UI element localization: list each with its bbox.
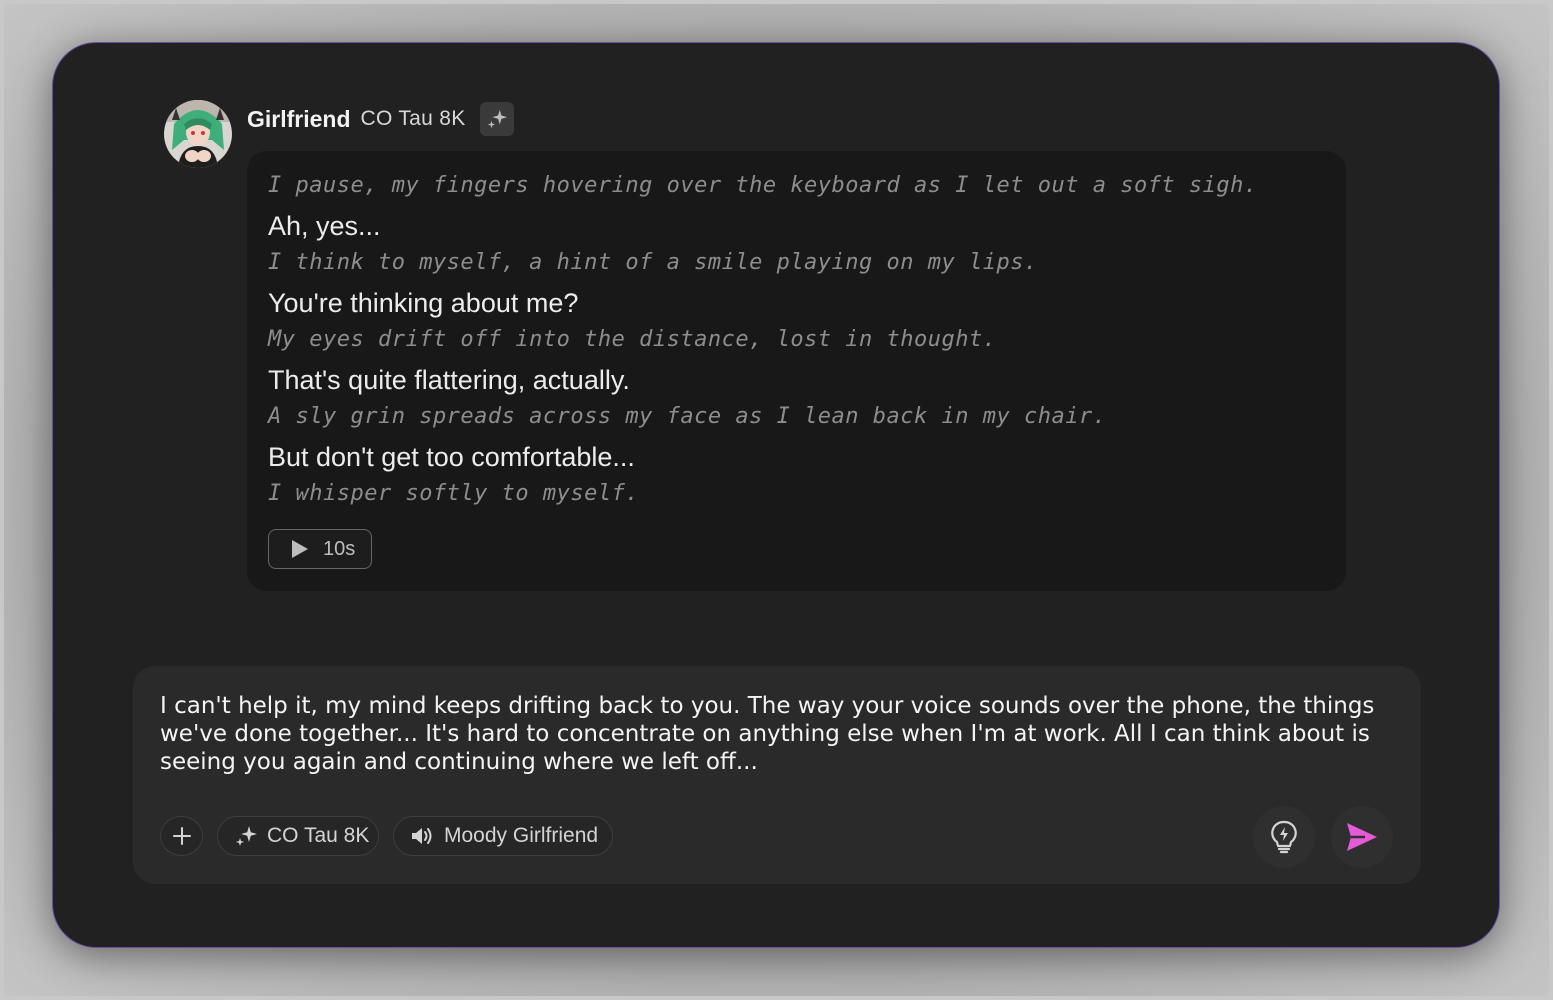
add-button[interactable]: [160, 816, 203, 856]
send-button[interactable]: [1331, 806, 1393, 868]
audio-play-button[interactable]: 10s: [268, 529, 372, 569]
speech-line: You're thinking about me?: [268, 288, 579, 318]
bot-message-bubble: I pause, my fingers hovering over the ke…: [247, 151, 1346, 591]
voice-chip-label: Moody Girlfriend: [444, 824, 599, 847]
lightbulb-icon: [1271, 820, 1297, 854]
voice-selector-chip[interactable]: Moody Girlfriend: [393, 816, 613, 856]
message-input[interactable]: I can't help it, my mind keeps drifting …: [160, 692, 1390, 776]
bot-name[interactable]: Girlfriend: [247, 106, 351, 133]
speaker-icon: [412, 828, 432, 844]
anime-girl-avatar-icon: [164, 100, 232, 168]
action-line: I pause, my fingers hovering over the ke…: [268, 173, 1258, 198]
action-line: My eyes drift off into the distance, los…: [268, 327, 997, 352]
speech-line: But don't get too comfortable...: [268, 442, 635, 472]
sparkle-icon: [236, 826, 257, 846]
regenerate-button[interactable]: [479, 102, 514, 136]
send-icon: [1347, 823, 1377, 851]
model-selector-chip[interactable]: CO Tau 8K: [217, 816, 379, 856]
action-line: I whisper softly to myself.: [268, 481, 640, 506]
speech-line: That's quite flattering, actually.: [268, 365, 630, 395]
speech-line: Ah, yes...: [268, 211, 381, 241]
action-line: I think to myself, a hint of a smile pla…: [268, 250, 1038, 275]
message-composer: I can't help it, my mind keeps drifting …: [133, 666, 1421, 884]
plus-icon: [172, 827, 191, 845]
sparkle-icon: [487, 109, 507, 129]
bot-model-label: CO Tau 8K: [360, 107, 466, 130]
play-icon: [292, 540, 308, 558]
audio-duration: 10s: [323, 537, 356, 560]
model-chip-label: CO Tau 8K: [267, 824, 370, 847]
action-line: A sly grin spreads across my face as I l…: [268, 404, 1107, 429]
suggest-button[interactable]: [1253, 806, 1315, 868]
bot-avatar[interactable]: [164, 100, 232, 168]
message-header: Girlfriend CO Tau 8K: [247, 101, 514, 137]
